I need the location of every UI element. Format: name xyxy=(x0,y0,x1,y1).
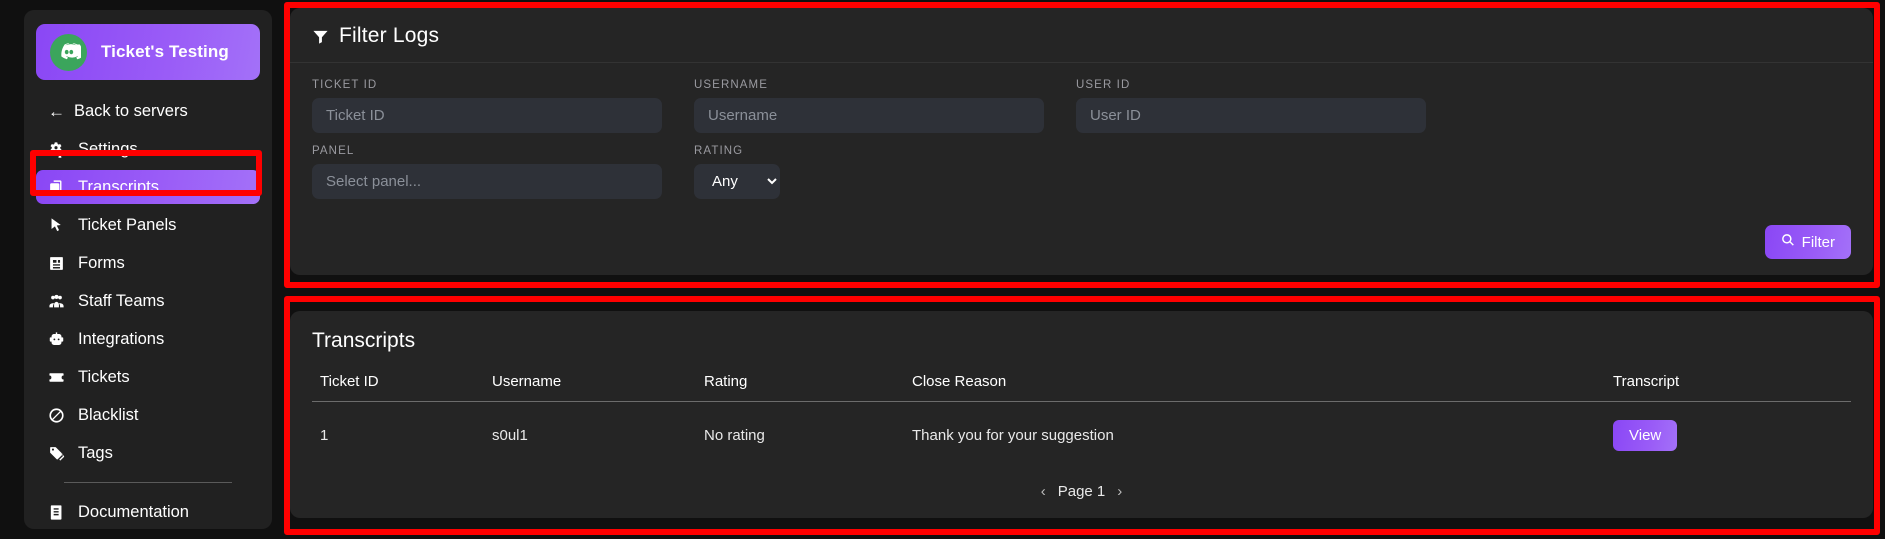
filter-form: TICKET ID USERNAME USER ID PANEL xyxy=(290,63,1873,199)
back-to-servers-link[interactable]: ← Back to servers xyxy=(36,94,260,128)
server-name: Ticket's Testing xyxy=(101,42,229,62)
sidebar-divider xyxy=(64,482,232,483)
column-header-rating: Rating xyxy=(704,369,912,402)
view-transcript-button[interactable]: View xyxy=(1613,420,1677,451)
table-row: 1 s0ul1 No rating Thank you for your sug… xyxy=(312,402,1851,470)
sidebar-item-staff-teams[interactable]: Staff Teams xyxy=(36,284,260,318)
page-label: Page 1 xyxy=(1058,483,1106,500)
sidebar-item-label: Forms xyxy=(78,254,125,273)
copy-files-icon xyxy=(46,179,67,196)
sidebar-item-tickets[interactable]: Tickets xyxy=(36,360,260,394)
username-input[interactable] xyxy=(694,98,1044,133)
transcripts-card: Transcripts Ticket ID Username Rating Cl… xyxy=(290,311,1873,518)
transcripts-title: Transcripts xyxy=(312,329,415,352)
rating-label: RATING xyxy=(694,145,780,157)
next-page-button[interactable]: › xyxy=(1117,483,1122,500)
ticket-id-input[interactable] xyxy=(312,98,662,133)
ticket-id-group: TICKET ID xyxy=(312,79,662,133)
filter-row-1: TICKET ID USERNAME USER ID xyxy=(312,79,1851,133)
column-header-ticket-id: Ticket ID xyxy=(312,369,492,402)
table-head: Ticket ID Username Rating Close Reason T… xyxy=(312,369,1851,402)
cell-transcript: View xyxy=(1613,402,1851,470)
panel-label: PANEL xyxy=(312,145,662,157)
sidebar-nav: Settings Transcripts Ticket Panels Forms xyxy=(36,132,260,470)
sidebar-item-label: Tags xyxy=(78,444,113,463)
user-id-input[interactable] xyxy=(1076,98,1426,133)
app-root: Ticket's Testing ← Back to servers Setti… xyxy=(0,0,1885,539)
sidebar-item-label: Staff Teams xyxy=(78,292,165,311)
sidebar-item-ticket-panels[interactable]: Ticket Panels xyxy=(36,208,260,242)
sidebar-item-settings[interactable]: Settings xyxy=(36,132,260,166)
pagination: ‹ Page 1 › xyxy=(290,479,1873,518)
ban-icon xyxy=(46,407,67,424)
panel-group: PANEL xyxy=(312,145,662,199)
main-content: Filter Logs TICKET ID USERNAME USER ID xyxy=(290,8,1873,518)
funnel-icon xyxy=(312,28,329,45)
arrow-left-icon: ← xyxy=(48,103,65,120)
filter-logs-header: Filter Logs xyxy=(290,8,1873,63)
gears-icon xyxy=(46,141,67,158)
sidebar-item-documentation[interactable]: Documentation xyxy=(36,495,260,529)
sidebar-item-label: Settings xyxy=(78,140,138,159)
filter-actions: Filter xyxy=(290,211,1873,275)
panel-select-input[interactable] xyxy=(312,164,662,199)
cell-username: s0ul1 xyxy=(492,402,704,470)
sidebar-footer-nav: Documentation Logout xyxy=(36,495,260,529)
sidebar: Ticket's Testing ← Back to servers Setti… xyxy=(24,10,272,529)
filter-button[interactable]: Filter xyxy=(1765,225,1851,259)
sidebar-item-label: Transcripts xyxy=(78,178,159,197)
user-id-label: USER ID xyxy=(1076,79,1426,91)
transcripts-table: Ticket ID Username Rating Close Reason T… xyxy=(312,369,1851,469)
sidebar-item-transcripts[interactable]: Transcripts xyxy=(36,170,260,204)
form-icon xyxy=(46,255,67,272)
column-header-close-reason: Close Reason xyxy=(912,369,1613,402)
rating-select[interactable]: Any 1 2 3 4 5 xyxy=(694,164,780,199)
sidebar-item-blacklist[interactable]: Blacklist xyxy=(36,398,260,432)
cell-ticket-id: 1 xyxy=(312,402,492,470)
transcripts-table-wrap: Ticket ID Username Rating Close Reason T… xyxy=(290,369,1873,479)
column-header-transcript: Transcript xyxy=(1613,369,1851,402)
user-id-group: USER ID xyxy=(1076,79,1426,133)
column-header-username: Username xyxy=(492,369,704,402)
filter-logs-title: Filter Logs xyxy=(339,24,439,48)
sidebar-item-label: Integrations xyxy=(78,330,164,349)
filter-row-2: PANEL RATING Any 1 2 3 4 5 xyxy=(312,145,1851,199)
sidebar-item-forms[interactable]: Forms xyxy=(36,246,260,280)
cell-rating: No rating xyxy=(704,402,912,470)
sidebar-item-label: Blacklist xyxy=(78,406,139,425)
rating-group: RATING Any 1 2 3 4 5 xyxy=(694,145,780,199)
table-header-row: Ticket ID Username Rating Close Reason T… xyxy=(312,369,1851,402)
cursor-icon xyxy=(46,217,67,234)
transcripts-header: Transcripts xyxy=(290,311,1873,369)
discord-logo-icon xyxy=(50,34,87,71)
table-body: 1 s0ul1 No rating Thank you for your sug… xyxy=(312,402,1851,470)
sidebar-item-tags[interactable]: Tags xyxy=(36,436,260,470)
back-to-servers-label: Back to servers xyxy=(74,102,188,121)
server-badge[interactable]: Ticket's Testing xyxy=(36,24,260,80)
users-icon xyxy=(46,293,67,310)
username-group: USERNAME xyxy=(694,79,1044,133)
ticket-icon xyxy=(46,369,67,386)
ticket-id-label: TICKET ID xyxy=(312,79,662,91)
sidebar-item-label: Ticket Panels xyxy=(78,216,176,235)
sidebar-item-integrations[interactable]: Integrations xyxy=(36,322,260,356)
sidebar-item-label: Documentation xyxy=(78,503,189,522)
search-icon xyxy=(1781,233,1795,251)
username-label: USERNAME xyxy=(694,79,1044,91)
filter-button-label: Filter xyxy=(1802,234,1835,251)
prev-page-button[interactable]: ‹ xyxy=(1041,483,1046,500)
sidebar-item-label: Tickets xyxy=(78,368,130,387)
cell-close-reason: Thank you for your suggestion xyxy=(912,402,1613,470)
filter-logs-card: Filter Logs TICKET ID USERNAME USER ID xyxy=(290,8,1873,275)
book-icon xyxy=(46,504,67,521)
robot-icon xyxy=(46,331,67,348)
tag-icon xyxy=(46,445,67,462)
